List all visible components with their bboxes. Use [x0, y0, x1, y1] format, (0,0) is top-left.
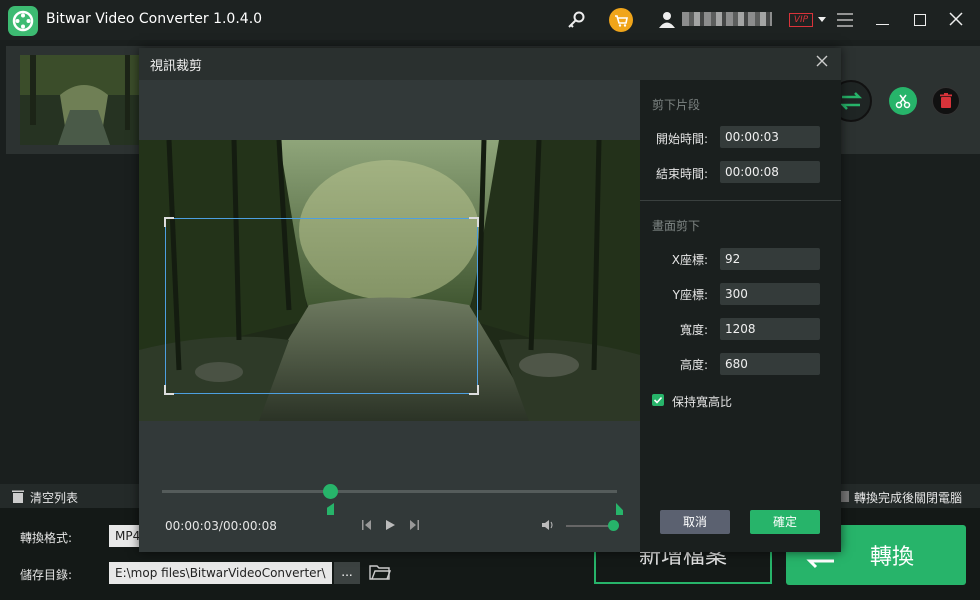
shutdown-label: 轉換完成後關閉電腦 — [854, 491, 963, 505]
width-input[interactable]: 1208 — [720, 318, 820, 340]
chevron-down-icon[interactable] — [818, 17, 826, 22]
dialog-title: 視訊裁剪 — [150, 59, 203, 74]
checkbox-icon — [653, 396, 663, 404]
username-redacted — [682, 12, 772, 26]
save-path-field[interactable]: E:\mop files\BitwarVideoConverter\ — [109, 562, 332, 584]
scissors-icon[interactable] — [889, 87, 917, 115]
ok-label: 確定 — [772, 515, 797, 529]
app-title: Bitwar Video Converter 1.0.4.0 — [46, 11, 263, 27]
start-time-label: 開始時間: — [655, 132, 708, 146]
start-time-input[interactable]: 00:00:03 — [720, 126, 820, 148]
height-label: 高度: — [679, 358, 708, 372]
crop-selection-box[interactable] — [165, 218, 478, 394]
y-coord-label: Y座標: — [672, 288, 708, 302]
keep-ratio-label: 保持寬高比 — [672, 395, 733, 409]
timeline-track[interactable] — [162, 490, 617, 493]
app-logo — [8, 6, 38, 36]
trim-section-heading: 剪下片段 — [652, 98, 701, 112]
cancel-button[interactable]: 取消 — [660, 510, 730, 534]
volume-slider-knob[interactable] — [608, 520, 619, 531]
cart-icon[interactable] — [609, 8, 633, 32]
time-display: 00:00:03/00:00:08 — [165, 519, 277, 533]
crop-handle-top-left[interactable] — [164, 217, 174, 227]
prev-frame-icon[interactable] — [361, 519, 373, 534]
x-coord-input[interactable]: 92 — [720, 248, 820, 270]
vip-badge[interactable]: VIP — [789, 13, 813, 27]
ok-button[interactable]: 確定 — [750, 510, 820, 534]
save-dir-label: 儲存目錄: — [20, 568, 73, 582]
trash-icon[interactable] — [11, 489, 25, 506]
end-time-label: 結束時間: — [655, 167, 708, 181]
crop-settings-panel — [640, 80, 841, 552]
next-frame-icon[interactable] — [408, 519, 420, 534]
format-label: 轉換格式: — [20, 531, 73, 545]
play-icon[interactable] — [384, 519, 396, 534]
close-icon[interactable] — [816, 55, 828, 71]
dialog-header — [139, 48, 841, 80]
trash-icon[interactable] — [932, 87, 960, 115]
height-input[interactable]: 680 — [720, 353, 820, 375]
user-icon[interactable] — [658, 11, 676, 32]
crop-handle-top-right[interactable] — [469, 217, 479, 227]
menu-icon[interactable] — [837, 13, 853, 30]
video-thumbnail — [20, 55, 148, 145]
key-icon[interactable] — [566, 10, 586, 34]
minimize-icon[interactable] — [876, 24, 889, 25]
clear-list-button[interactable]: 清空列表 — [30, 489, 78, 506]
volume-icon[interactable] — [541, 519, 555, 534]
browse-button[interactable]: ... — [334, 562, 360, 584]
section-divider — [640, 200, 841, 201]
crop-handle-bottom-left[interactable] — [164, 385, 174, 395]
crop-section-heading: 畫面剪下 — [652, 219, 701, 233]
folder-icon[interactable] — [369, 563, 392, 584]
keep-ratio-checkbox[interactable] — [652, 394, 664, 406]
y-coord-input[interactable]: 300 — [720, 283, 820, 305]
cancel-label: 取消 — [682, 515, 707, 529]
width-label: 寬度: — [679, 323, 708, 337]
end-time-input[interactable]: 00:00:08 — [720, 161, 820, 183]
volume-slider[interactable] — [566, 525, 614, 527]
x-coord-label: X座標: — [671, 253, 708, 267]
convert-label: 轉換 — [870, 545, 915, 570]
close-icon[interactable] — [949, 12, 963, 29]
crop-handle-bottom-right[interactable] — [469, 385, 479, 395]
format-select[interactable]: MP4 — [109, 525, 141, 547]
maximize-icon[interactable] — [914, 14, 926, 26]
